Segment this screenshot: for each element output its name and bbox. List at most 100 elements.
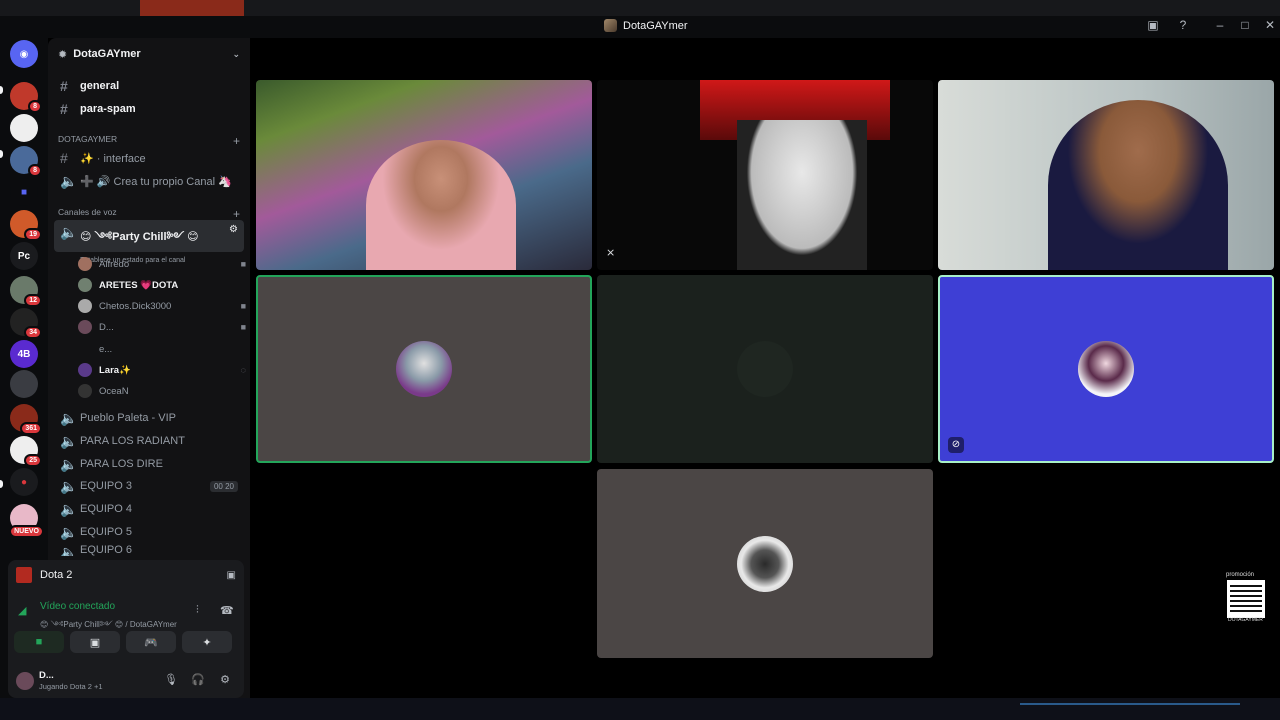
- avatar: [737, 535, 793, 592]
- server-icon-7[interactable]: 12: [10, 276, 42, 307]
- channel-name: EQUIPO 4: [80, 503, 132, 515]
- category-dotagaymer[interactable]: DOTAGAYMER +: [58, 134, 240, 148]
- camera-button[interactable]: ■: [14, 631, 64, 653]
- server-icon-1[interactable]: 8: [10, 82, 42, 113]
- speaker-icon: 🔈: [60, 477, 78, 494]
- voice-channel[interactable]: 🔈 EQUIPO 4: [54, 499, 244, 519]
- voice-channel[interactable]: 🔈 Pueblo Paleta - VIP: [54, 408, 244, 428]
- soundboard-button[interactable]: ✦: [182, 631, 232, 653]
- camera-feed: [1048, 100, 1228, 270]
- voice-channel[interactable]: 🔈 EQUIPO 6: [54, 544, 244, 556]
- window-title-text: DotaGAYmer: [623, 19, 688, 32]
- mention-badge: 8: [28, 164, 42, 177]
- hash-icon: #: [60, 78, 68, 94]
- avatar[interactable]: [16, 672, 34, 690]
- server-icon-2[interactable]: [10, 114, 38, 142]
- camera-icon: ■: [240, 301, 246, 311]
- noise-suppression-icon[interactable]: ⫶: [196, 604, 199, 617]
- voice-user[interactable]: ARETES 💗DOTA: [78, 276, 246, 294]
- voice-user[interactable]: D... ■: [78, 318, 246, 336]
- mention-badge: 361: [20, 422, 42, 435]
- user-name[interactable]: D...: [39, 670, 54, 681]
- browser-strip: [0, 0, 1280, 16]
- user-name: OceaN: [99, 385, 129, 397]
- microphone-icon[interactable]: 🎙: [164, 673, 178, 687]
- server-icon-14[interactable]: NUEVO: [9, 504, 44, 538]
- channel-crea-canal[interactable]: 🔈 ➕ 🔊 Crea tu propio Canal 🦄: [54, 171, 244, 191]
- server-icon-13[interactable]: ●: [10, 468, 38, 496]
- active-voice-channel[interactable]: 🔈 😊 ༺Party Chill༻ 😊 Establece un estado …: [54, 220, 244, 264]
- server-header[interactable]: ✹ DotaGAYmer ⌄: [48, 38, 250, 70]
- voice-user[interactable]: Lara✨ ◌: [78, 361, 246, 379]
- channel-general[interactable]: # general: [54, 76, 244, 96]
- video-tile-camera[interactable]: [256, 80, 592, 270]
- speaker-icon: 🔈: [60, 409, 78, 426]
- avatar: [78, 320, 92, 334]
- category-voice[interactable]: Canales de voz +: [58, 207, 240, 221]
- server-icon-5[interactable]: 19: [10, 210, 42, 241]
- channel-interface[interactable]: # ✨ · interface: [54, 148, 244, 168]
- video-tile-camera[interactable]: [938, 80, 1274, 270]
- settings-gear-icon[interactable]: ⚙: [218, 673, 232, 687]
- maximize-icon[interactable]: □: [1238, 18, 1252, 32]
- server-icon-12[interactable]: 25: [10, 436, 42, 467]
- qr-code: [1227, 580, 1265, 618]
- avatar: [78, 363, 92, 377]
- user-name: Chetos.Dick3000: [99, 300, 172, 312]
- channel-name: ➕ 🔊 Crea tu propio Canal 🦄: [80, 175, 232, 188]
- channel-name: Pueblo Paleta - VIP: [80, 412, 177, 424]
- voice-user[interactable]: OceaN: [78, 382, 246, 400]
- disconnect-icon[interactable]: ☎: [220, 604, 234, 617]
- chevron-down-icon: ⌄: [232, 48, 240, 59]
- discord-home-icon[interactable]: ◉: [10, 40, 38, 68]
- help-icon[interactable]: ?: [1176, 18, 1190, 32]
- voice-channel[interactable]: 🔈 PARA LOS DIRE: [54, 454, 244, 474]
- video-tile-camera[interactable]: [597, 80, 933, 270]
- voice-channel[interactable]: 🔈 PARA LOS RADIANT: [54, 431, 244, 451]
- screen-share-button[interactable]: ▣: [70, 631, 120, 653]
- voice-channel[interactable]: 🔈 EQUIPO 3 00 20: [54, 476, 244, 496]
- voice-user[interactable]: e...: [78, 340, 246, 358]
- minimize-icon[interactable]: –: [1213, 18, 1227, 32]
- speaker-icon: 🔈: [60, 432, 78, 449]
- qr-sublabel: DOTAGAYMER: [1228, 617, 1263, 623]
- server-icon-pc[interactable]: Pc: [10, 242, 38, 270]
- video-tile-avatar[interactable]: [597, 469, 933, 658]
- muted-icon: ⨯: [606, 247, 616, 259]
- server-icon-8[interactable]: 34: [10, 308, 42, 339]
- voice-user[interactable]: Chetos.Dick3000 ■: [78, 297, 246, 315]
- voice-status[interactable]: Vídeo conectado: [40, 601, 115, 612]
- user-name: Alfredo: [99, 258, 130, 270]
- channel-actions-icon[interactable]: ⚙: [229, 224, 238, 235]
- channel-para-spam[interactable]: # para-spam: [54, 99, 244, 119]
- mention-badge: 19: [24, 228, 42, 241]
- video-tile-avatar[interactable]: [256, 275, 592, 463]
- channel-name: PARA LOS DIRE: [80, 458, 163, 470]
- add-channel-icon[interactable]: +: [233, 207, 240, 221]
- headphones-icon[interactable]: 🎧: [191, 673, 205, 687]
- speaker-icon: 🔈: [60, 224, 78, 240]
- channel-name: general: [80, 80, 120, 92]
- server-icon-4b[interactable]: 4B: [10, 340, 38, 368]
- activities-button[interactable]: 🎮: [126, 631, 176, 653]
- game-activity[interactable]: Dota 2 ▣: [8, 560, 244, 590]
- server-icon-3[interactable]: 8: [10, 146, 42, 177]
- close-icon[interactable]: ✕: [1263, 18, 1277, 32]
- inbox-icon[interactable]: ▣: [1146, 18, 1160, 32]
- video-tile-avatar[interactable]: [597, 275, 933, 463]
- server-icon-10[interactable]: [10, 370, 38, 398]
- server-icon-11[interactable]: 361: [10, 404, 42, 435]
- channel-name: para-spam: [80, 103, 136, 115]
- folder-icon[interactable]: ■: [10, 178, 38, 206]
- new-badge: NUEVO: [9, 525, 44, 538]
- stream-icon: ◌: [240, 365, 246, 375]
- avatar: [1078, 341, 1134, 397]
- voice-channel[interactable]: 🔈 EQUIPO 5: [54, 522, 244, 542]
- category-label: Canales de voz: [58, 207, 117, 217]
- video-tile-avatar[interactable]: ⊘: [938, 275, 1274, 463]
- stream-game-icon[interactable]: ▣: [227, 570, 236, 581]
- add-channel-icon[interactable]: +: [233, 134, 240, 148]
- voice-user[interactable]: Alfredo ■: [78, 255, 246, 273]
- unread-pill: [0, 150, 3, 158]
- channel-name: ✨ · interface: [80, 152, 146, 165]
